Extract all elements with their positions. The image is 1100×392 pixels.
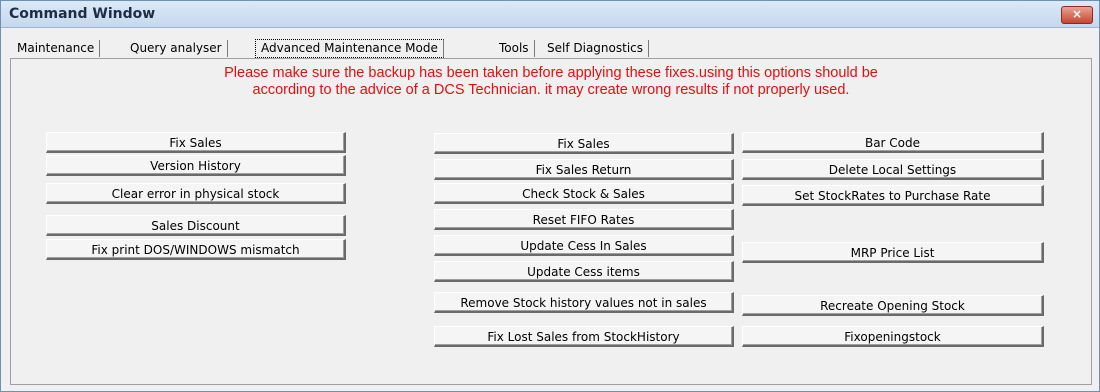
tab-self-diagnostics[interactable]: Self Diagnostics <box>542 40 650 57</box>
command-window: Command Window × Maintenance Query analy… <box>0 0 1100 392</box>
warning-line-1: Please make sure the backup has been tak… <box>224 65 878 81</box>
window-title: Command Window <box>9 6 156 22</box>
tab-tools[interactable]: Tools <box>494 40 535 57</box>
fix-sales-button-2[interactable]: Fix Sales <box>434 133 734 154</box>
title-bar[interactable]: Command Window × <box>1 1 1099 28</box>
tab-panel: Please make sure the backup has been tak… <box>10 58 1092 385</box>
recreate-opening-stock-button[interactable]: Recreate Opening Stock <box>742 295 1044 316</box>
tab-advanced-maintenance-mode[interactable]: Advanced Maintenance Mode <box>255 39 444 58</box>
version-history-button[interactable]: Version History <box>46 155 346 176</box>
delete-local-settings-button[interactable]: Delete Local Settings <box>742 159 1044 180</box>
tab-maintenance[interactable]: Maintenance <box>12 40 101 57</box>
fixopeningstock-button[interactable]: Fixopeningstock <box>742 326 1044 347</box>
update-cess-items-button[interactable]: Update Cess items <box>434 261 734 282</box>
warning-message: Please make sure the backup has been tak… <box>11 65 1091 99</box>
tab-query-analyser[interactable]: Query analyser <box>125 40 228 57</box>
update-cess-in-sales-button[interactable]: Update Cess In Sales <box>434 235 734 256</box>
check-stock-sales-button[interactable]: Check Stock & Sales <box>434 183 734 204</box>
set-stockrates-purchase-rate-button[interactable]: Set StockRates to Purchase Rate <box>742 185 1044 206</box>
fix-print-dos-windows-button[interactable]: Fix print DOS/WINDOWS mismatch <box>46 239 346 260</box>
remove-stock-history-button[interactable]: Remove Stock history values not in sales <box>434 292 734 313</box>
sales-discount-button[interactable]: Sales Discount <box>46 215 346 236</box>
reset-fifo-rates-button[interactable]: Reset FIFO Rates <box>434 209 734 230</box>
fix-sales-button[interactable]: Fix Sales <box>46 132 346 153</box>
client-area: Maintenance Query analyser Advanced Main… <box>2 28 1098 390</box>
warning-line-2: according to the advice of a DCS Technic… <box>252 82 850 98</box>
fix-sales-return-button[interactable]: Fix Sales Return <box>434 159 734 180</box>
mrp-price-list-button[interactable]: MRP Price List <box>742 242 1044 263</box>
bar-code-button[interactable]: Bar Code <box>742 132 1044 153</box>
fix-lost-sales-button[interactable]: Fix Lost Sales from StockHistory <box>434 326 734 347</box>
clear-error-physical-stock-button[interactable]: Clear error in physical stock <box>46 183 346 204</box>
close-icon: × <box>1071 7 1083 21</box>
close-button[interactable]: × <box>1061 6 1093 24</box>
